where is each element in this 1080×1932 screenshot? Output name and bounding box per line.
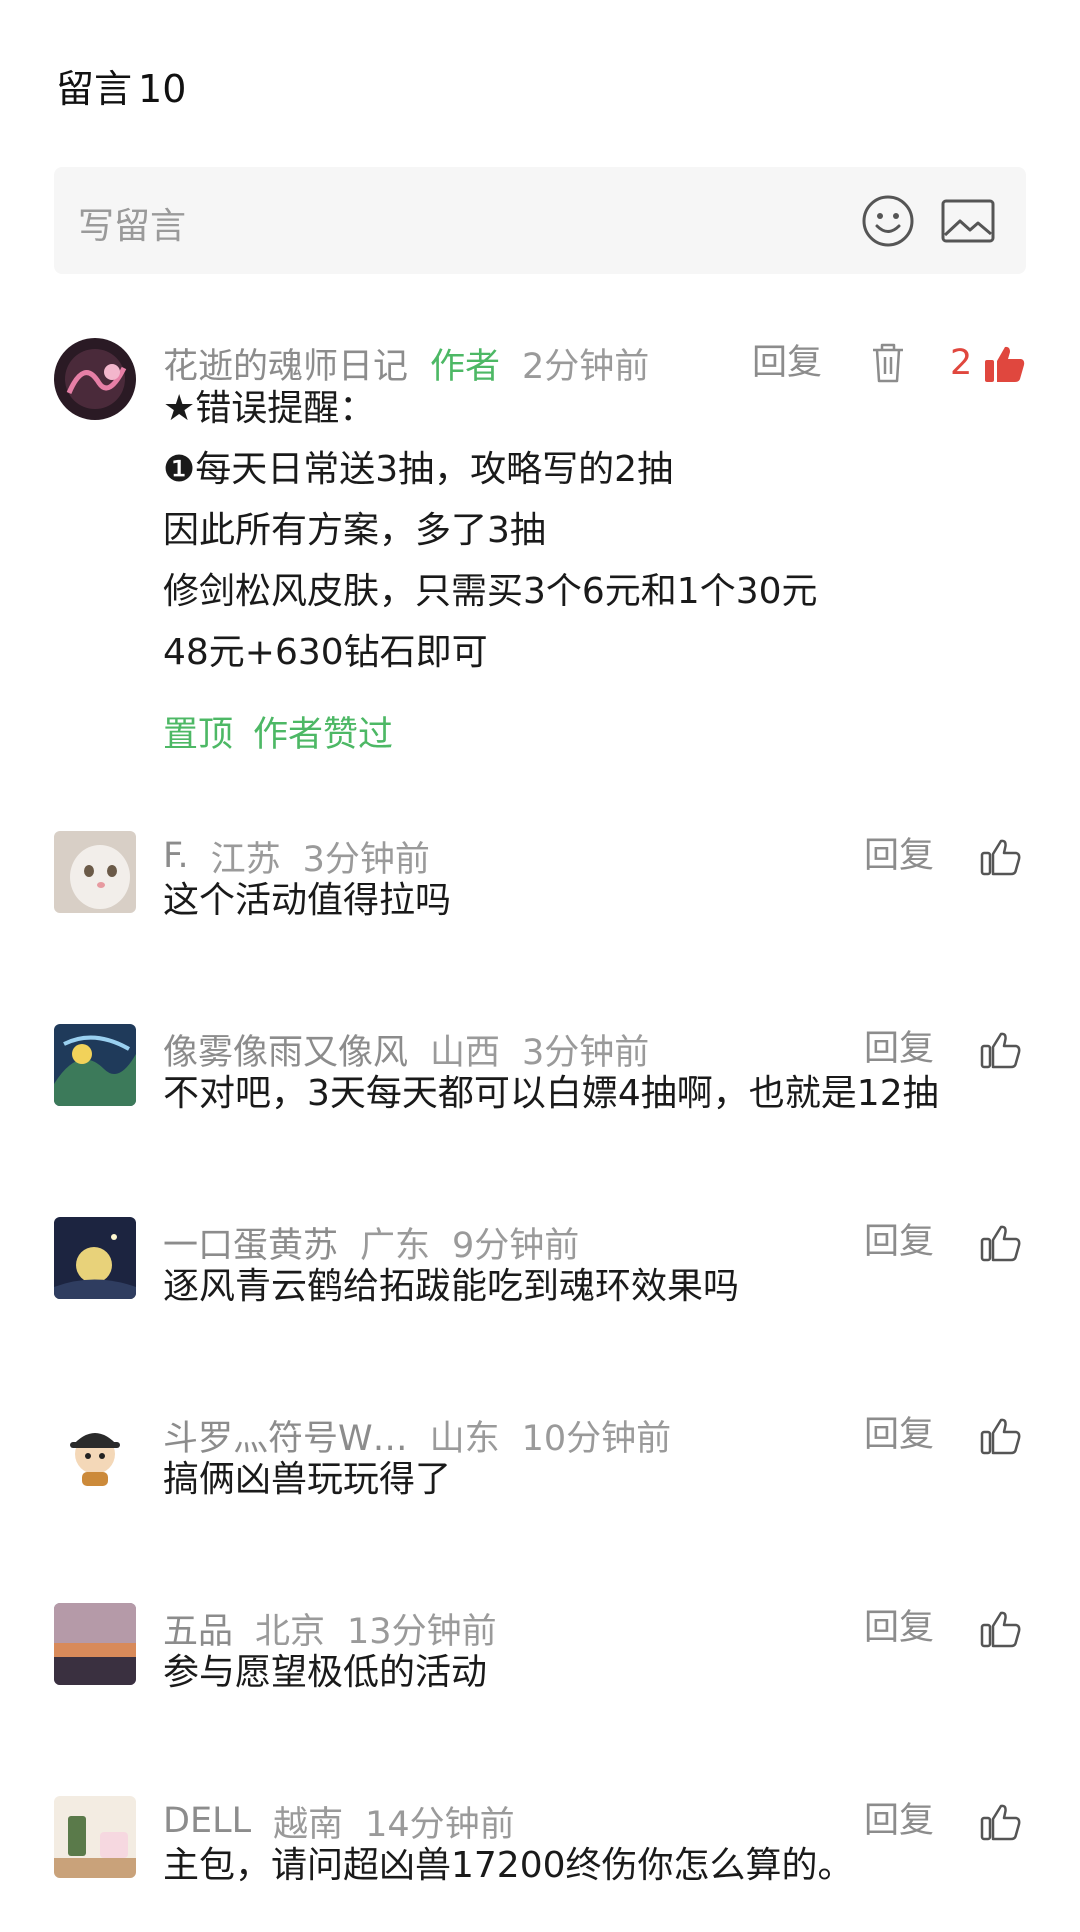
avatar[interactable] (54, 1796, 136, 1878)
reply-button[interactable]: 回复 (864, 1410, 934, 1460)
comment-line: 修剑松风皮肤，只需买3个6元和1个30元 (163, 571, 818, 612)
avatar[interactable] (54, 1024, 136, 1106)
avatar-image (54, 831, 136, 913)
image-icon[interactable] (940, 197, 996, 245)
comments-count: 10 (138, 67, 187, 111)
thumbs-up-icon[interactable] (980, 1030, 1022, 1070)
comment-text: 参与愿望极低的活动 (163, 1652, 488, 1693)
reply-button[interactable]: 回复 (864, 831, 934, 881)
thumbs-up-icon[interactable] (980, 837, 1022, 877)
reply-button[interactable]: 回复 (864, 1217, 934, 1267)
comment-line: 48元+630钻石即可 (163, 632, 488, 673)
comment-line: ❶每天日常送3抽，攻略写的2抽 (163, 449, 674, 490)
avatar-image (54, 338, 136, 420)
comment-tags: 置顶 作者赞过 (163, 706, 393, 757)
comment-input[interactable]: 写留言 (54, 167, 1026, 274)
avatar-image (54, 1796, 136, 1878)
reply-button[interactable]: 回复 (864, 1796, 934, 1846)
comment-line: ★错误提醒： (163, 388, 376, 429)
thumbs-up-icon[interactable] (980, 1223, 1022, 1263)
reply-button[interactable]: 回复 (752, 338, 822, 388)
comment-line: 因此所有方案，多了3抽 (163, 510, 546, 551)
comment-text: 不对吧，3天每天都可以白嫖4抽啊，也就是12抽 (163, 1073, 939, 1114)
avatar[interactable] (54, 338, 136, 420)
comment-input-placeholder: 写留言 (78, 206, 187, 247)
avatar-image (54, 1217, 136, 1299)
comments-title-label: 留言 (56, 67, 133, 111)
author-badge: 作者 (430, 346, 501, 387)
comment-time: 10分钟前 (521, 1418, 672, 1459)
author-liked-tag: 作者赞过 (253, 715, 394, 755)
avatar[interactable] (54, 831, 136, 913)
avatar-image (54, 1410, 136, 1492)
avatar[interactable] (54, 1603, 136, 1685)
comment-text: 逐风青云鹤给拓跋能吃到魂环效果吗 (163, 1266, 740, 1307)
emoji-icon[interactable] (860, 193, 916, 249)
comment-text: 搞俩凶兽玩玩得了 (163, 1459, 452, 1500)
avatar-image (54, 1603, 136, 1685)
thumbs-up-filled-icon[interactable] (984, 344, 1026, 384)
avatar[interactable] (54, 1217, 136, 1299)
pinned-tag: 置顶 (163, 715, 234, 755)
avatar-image (54, 1024, 136, 1106)
thumbs-up-icon[interactable] (980, 1802, 1022, 1842)
thumbs-up-icon[interactable] (980, 1609, 1022, 1649)
comments-title: 留言 10 (56, 58, 192, 113)
avatar[interactable] (54, 1410, 136, 1492)
like-count: 2 (950, 343, 973, 383)
comment-text: 这个活动值得拉吗 (163, 880, 452, 921)
trash-icon[interactable] (870, 342, 906, 384)
comment-text: 主包，请问超凶兽17200终伤你怎么算的。 (163, 1845, 854, 1886)
comment-time: 2分钟前 (522, 346, 650, 387)
thumbs-up-icon[interactable] (980, 1416, 1022, 1456)
reply-button[interactable]: 回复 (864, 1603, 934, 1653)
